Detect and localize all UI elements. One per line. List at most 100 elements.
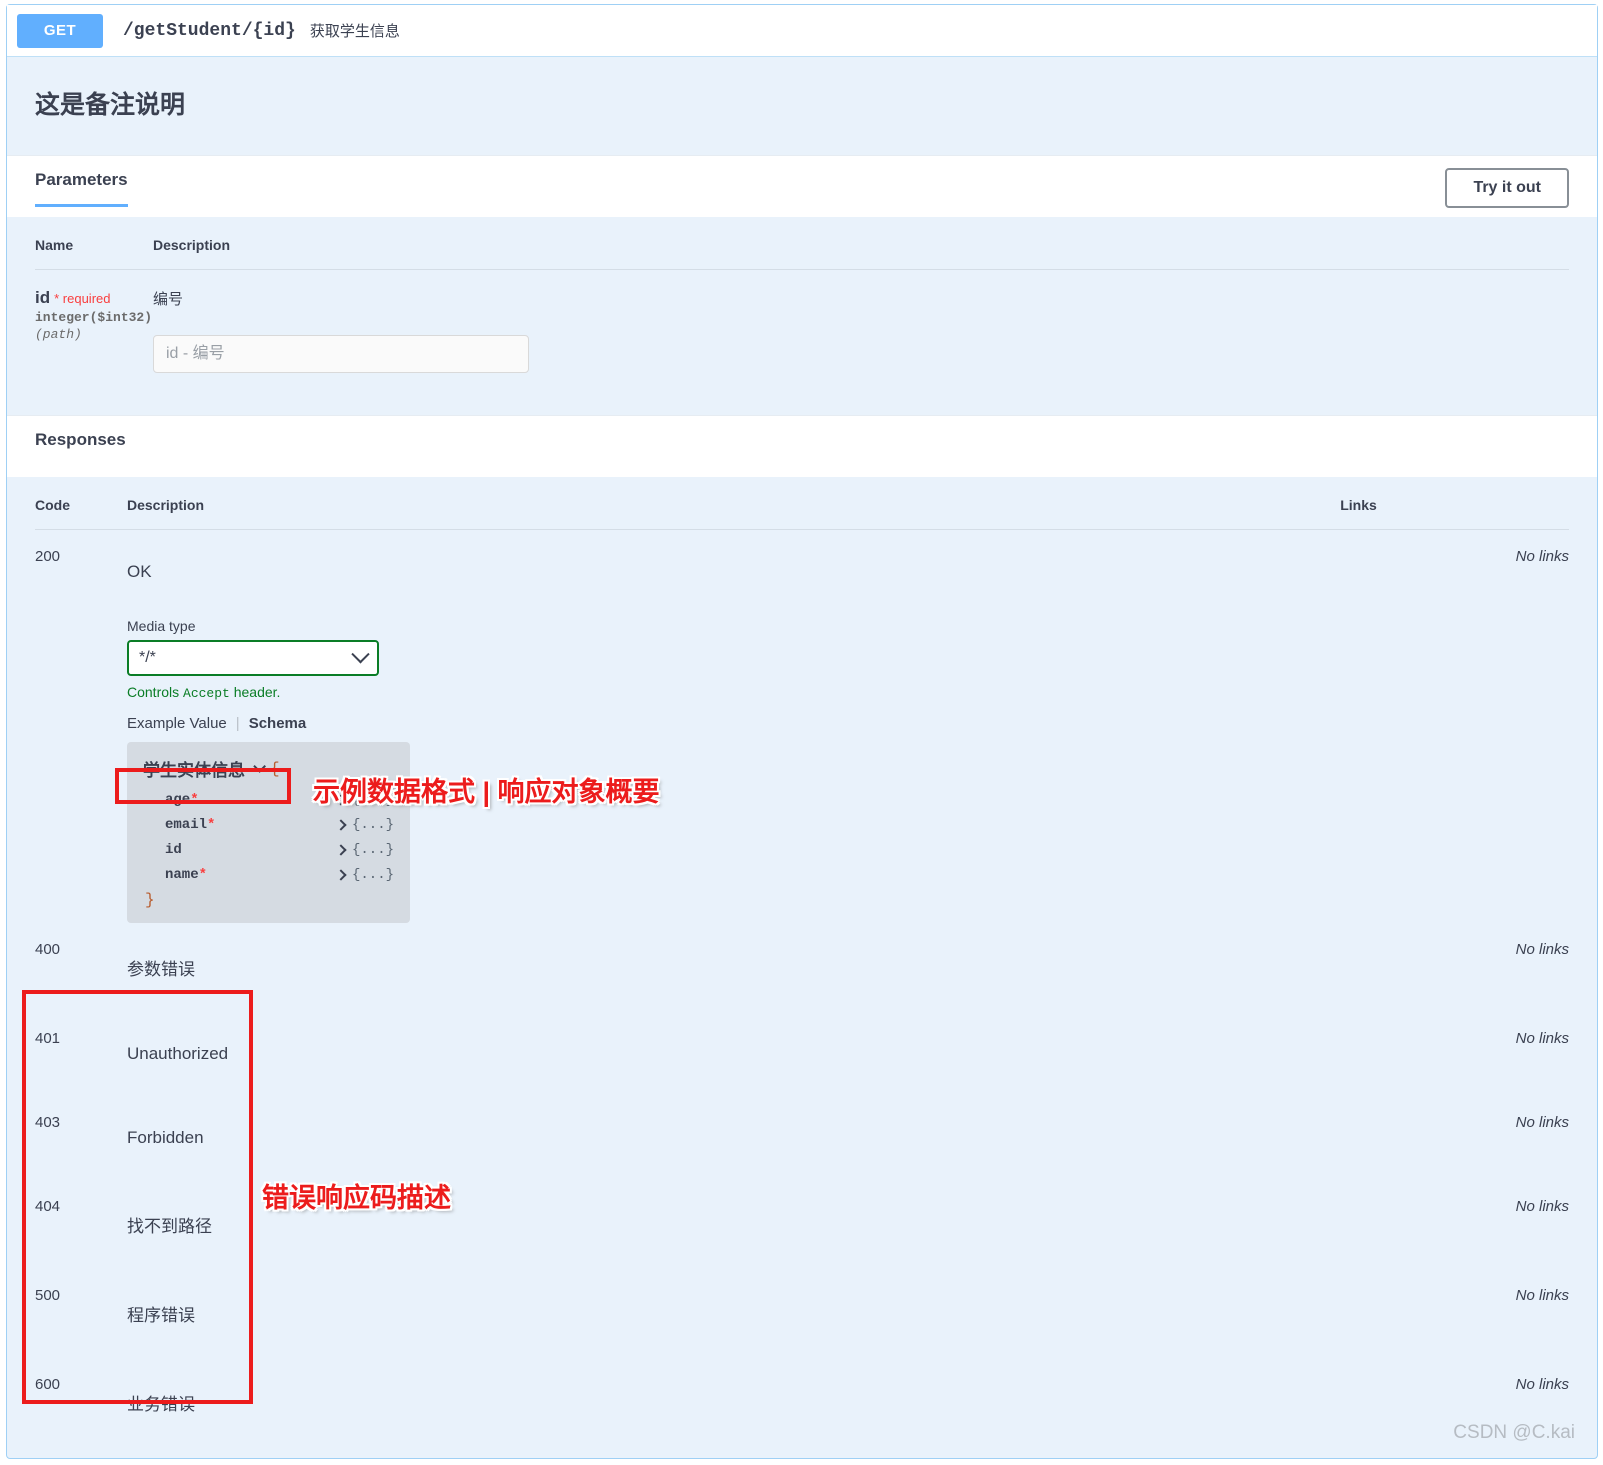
schema-collapsed-marker: {...} bbox=[351, 866, 394, 883]
no-links-label: No links bbox=[1515, 1030, 1569, 1047]
schema-property-row[interactable]: name* {...} bbox=[143, 862, 394, 887]
schema-model-title: 学生实体信息 bbox=[143, 761, 245, 780]
schema-property-toggle[interactable]: {...} bbox=[335, 866, 394, 883]
swagger-ui-page: GET /getStudent/{id} 获取学生信息 这是备注说明 Param… bbox=[0, 0, 1603, 1465]
schema-model-box: 学生实体信息 { age* {...} email* {...} id {...… bbox=[127, 742, 410, 923]
col-header-description: Description bbox=[153, 217, 1569, 270]
media-hint-code: Accept bbox=[183, 686, 230, 701]
schema-property-row[interactable]: age* {...} bbox=[143, 787, 394, 812]
response-code-cell: 600 bbox=[35, 1358, 127, 1435]
chevron-right-icon[interactable] bbox=[335, 818, 347, 831]
response-description: Forbidden bbox=[127, 1128, 204, 1147]
schema-open-brace: { bbox=[270, 759, 280, 778]
tab-parameters[interactable]: Parameters bbox=[35, 170, 128, 207]
schema-required-star: * bbox=[190, 791, 199, 808]
tab-schema[interactable]: Schema bbox=[249, 715, 307, 732]
schema-property-row[interactable]: email* {...} bbox=[143, 812, 394, 837]
parameter-name-text: id bbox=[35, 288, 51, 307]
response-description-cell: 参数错误 bbox=[127, 923, 1340, 1012]
response-description: OK bbox=[127, 562, 152, 581]
response-code-cell: 400 bbox=[35, 923, 127, 1012]
response-code-cell: 401 bbox=[35, 1012, 127, 1096]
schema-property-row[interactable]: id {...} bbox=[143, 837, 394, 862]
response-code: 403 bbox=[35, 1114, 61, 1131]
response-code-cell: 500 bbox=[35, 1269, 127, 1358]
response-description: Unauthorized bbox=[127, 1044, 229, 1063]
response-description: 业务错误 bbox=[127, 1395, 195, 1414]
operation-block: GET /getStudent/{id} 获取学生信息 这是备注说明 Param… bbox=[6, 4, 1598, 1459]
schema-property-name: email* bbox=[165, 817, 215, 833]
parameter-name-cell: id * required integer($int32) (path) bbox=[35, 270, 153, 374]
table-row: 400 参数错误 No links bbox=[35, 923, 1569, 1012]
schema-property-name: name* bbox=[165, 867, 207, 883]
media-hint-suffix: header. bbox=[229, 684, 281, 700]
response-description-cell: 找不到路径 bbox=[127, 1180, 1340, 1269]
chevron-right-icon[interactable] bbox=[335, 868, 347, 881]
chevron-down-icon bbox=[351, 644, 370, 663]
response-links-cell: No links bbox=[1340, 1096, 1569, 1180]
schema-required-star: * bbox=[198, 866, 208, 883]
col-header-code: Code bbox=[35, 477, 127, 530]
schema-model-title-row[interactable]: 学生实体信息 { bbox=[143, 756, 394, 781]
parameters-table: Name Description id * required integer($i… bbox=[35, 217, 1569, 373]
table-row: 600 业务错误 No links bbox=[35, 1358, 1569, 1435]
schema-required-star: * bbox=[207, 816, 216, 833]
parameter-id-input[interactable] bbox=[153, 335, 529, 373]
schema-close-brace: } bbox=[145, 891, 155, 909]
operation-path: /getStudent/{id} bbox=[123, 20, 296, 41]
chevron-right-icon[interactable] bbox=[335, 793, 347, 806]
response-description-cell: 业务错误 bbox=[127, 1358, 1340, 1435]
parameters-table-wrap: Name Description id * required integer($i… bbox=[7, 217, 1597, 415]
parameter-type: integer($int32) bbox=[35, 309, 153, 325]
schema-collapsed-marker: {...} bbox=[351, 841, 394, 858]
schema-property-label: name bbox=[165, 866, 199, 883]
col-header-response-description: Description bbox=[127, 477, 1341, 530]
response-code: 401 bbox=[35, 1030, 61, 1047]
chevron-down-icon[interactable] bbox=[253, 760, 266, 773]
table-row: 403 Forbidden No links bbox=[35, 1096, 1569, 1180]
response-links-cell: No links bbox=[1340, 923, 1569, 1012]
schema-property-label: id bbox=[165, 841, 182, 858]
no-links-label: No links bbox=[1515, 548, 1569, 565]
try-it-out-button[interactable]: Try it out bbox=[1445, 168, 1569, 208]
media-type-label: Media type bbox=[127, 618, 196, 634]
response-code: 404 bbox=[35, 1198, 61, 1215]
response-links-cell: No links bbox=[1340, 1012, 1569, 1096]
schema-property-name: id bbox=[165, 842, 182, 858]
schema-collapsed-marker: {...} bbox=[351, 816, 394, 833]
chevron-right-icon[interactable] bbox=[335, 843, 347, 856]
operation-summary-bar[interactable]: GET /getStudent/{id} 获取学生信息 bbox=[7, 5, 1597, 57]
table-row: 404 找不到路径 No links bbox=[35, 1180, 1569, 1269]
response-code: 200 bbox=[35, 548, 61, 565]
schema-property-name: age* bbox=[165, 792, 199, 808]
response-links-cell: No links bbox=[1340, 1180, 1569, 1269]
col-header-name: Name bbox=[35, 217, 153, 270]
responses-heading: Responses bbox=[35, 430, 126, 449]
responses-header-row: Code Description Links bbox=[35, 477, 1569, 530]
response-code-cell: 200 bbox=[35, 530, 127, 924]
response-description: 程序错误 bbox=[127, 1306, 195, 1325]
example-schema-tabs[interactable]: Example Value | Schema bbox=[127, 715, 306, 732]
schema-property-label: email bbox=[165, 816, 208, 833]
response-links-cell: No links bbox=[1340, 530, 1569, 924]
response-description: 找不到路径 bbox=[127, 1217, 212, 1236]
media-type-select[interactable]: */* bbox=[127, 640, 379, 676]
table-row: 500 程序错误 No links bbox=[35, 1269, 1569, 1358]
schema-property-toggle[interactable]: {...} bbox=[335, 841, 394, 858]
schema-collapsed-marker: {...} bbox=[351, 791, 394, 808]
no-links-label: No links bbox=[1515, 1114, 1569, 1131]
parameter-description-cell: 编号 bbox=[153, 270, 1569, 373]
schema-property-toggle[interactable]: {...} bbox=[335, 816, 394, 833]
response-description-cell: Forbidden bbox=[127, 1096, 1340, 1180]
watermark: CSDN @C.kai bbox=[1453, 1422, 1575, 1443]
media-type-selected-value: */* bbox=[139, 649, 156, 666]
tab-example-value[interactable]: Example Value bbox=[127, 715, 227, 732]
response-description-cell: OK Media type */* Controls Accept header… bbox=[127, 530, 1340, 923]
responses-header-band: Responses bbox=[7, 415, 1597, 477]
parameter-name: id * required bbox=[35, 288, 153, 308]
schema-property-toggle[interactable]: {...} bbox=[335, 791, 394, 808]
response-code: 600 bbox=[35, 1376, 61, 1393]
http-method-badge: GET bbox=[17, 13, 103, 48]
no-links-label: No links bbox=[1515, 1376, 1569, 1393]
schema-property-label: age bbox=[165, 791, 191, 808]
